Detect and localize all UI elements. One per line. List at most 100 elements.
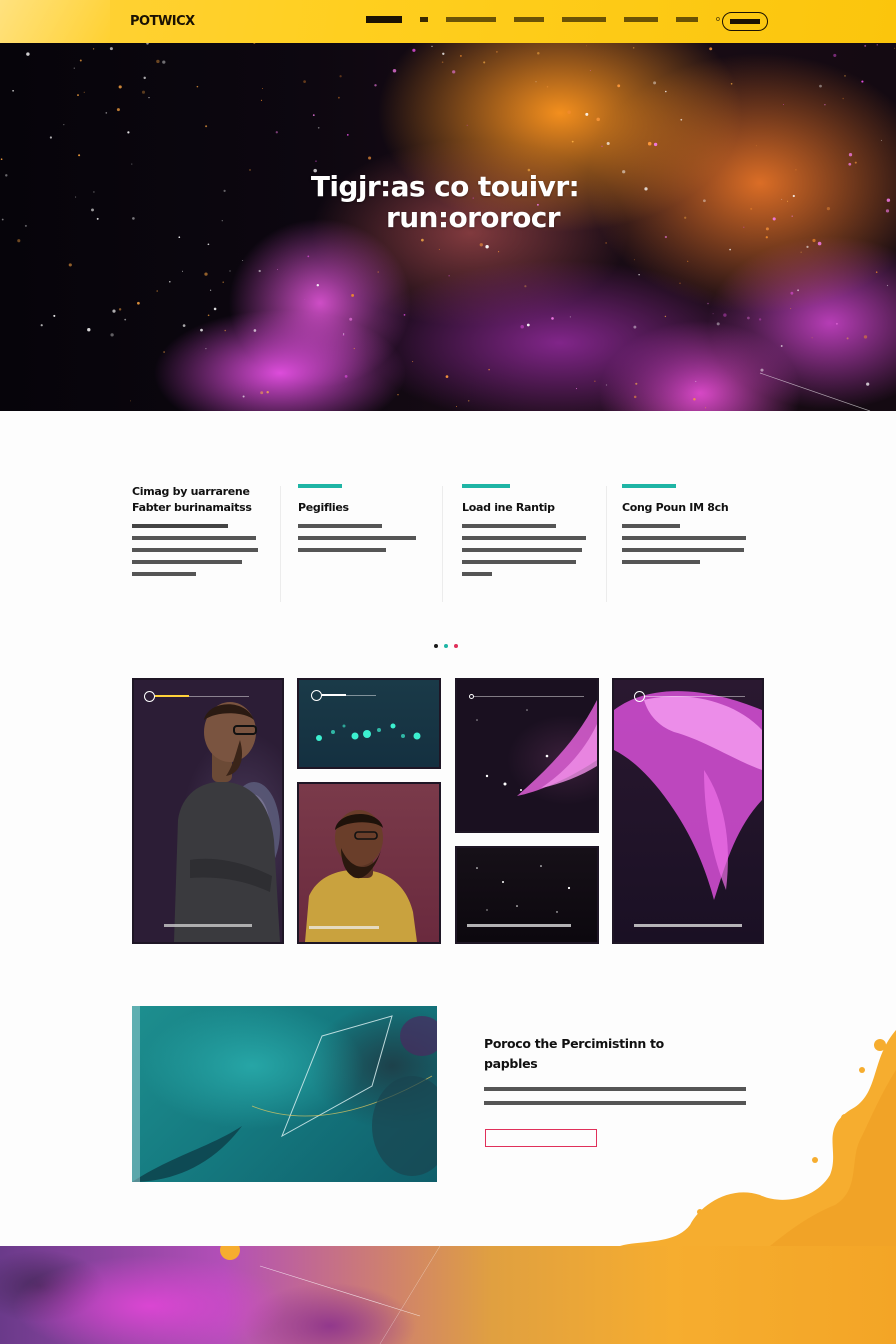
powder-speck <box>209 289 212 291</box>
feature-card-4: Cong Poun IM 8ch <box>622 484 772 564</box>
card-progress-slider[interactable] <box>311 689 376 701</box>
promo-abstract-art <box>132 1006 437 1182</box>
powder-speck <box>601 145 603 147</box>
powder-speck <box>854 161 857 164</box>
powder-speck <box>707 302 709 305</box>
powder-speck <box>455 406 457 408</box>
powder-speck <box>605 384 608 386</box>
powder-speck <box>687 260 689 262</box>
promo-cta-button[interactable] <box>485 1129 597 1147</box>
powder-speck <box>148 96 150 99</box>
pager-dot-3[interactable] <box>454 644 458 648</box>
powder-speck <box>496 51 498 53</box>
pager-dot-1[interactable] <box>434 644 438 648</box>
powder-speck <box>448 275 450 277</box>
feature-tag <box>622 484 772 494</box>
powder-speck <box>116 108 120 112</box>
nav-link-5[interactable] <box>562 17 606 22</box>
powder-speck <box>374 84 377 87</box>
pink-cloud-image <box>614 691 762 927</box>
powder-speck <box>129 400 132 402</box>
gallery-card-starfield[interactable] <box>455 846 599 944</box>
feature-title: Cimag by uarrarene Fabter burinamaitss <box>132 485 252 514</box>
powder-speck <box>695 380 697 382</box>
powder-speck <box>783 104 784 105</box>
powder-speck <box>790 308 792 310</box>
powder-speck <box>704 407 707 409</box>
nav-dot-item[interactable]: o <box>716 16 720 23</box>
powder-speck <box>316 283 320 287</box>
powder-speck <box>87 328 91 332</box>
powder-speck <box>368 156 372 160</box>
powder-speck <box>605 242 607 244</box>
powder-speck <box>143 76 146 80</box>
card-progress-slider[interactable] <box>469 690 584 702</box>
powder-speck <box>163 351 165 353</box>
powder-speck <box>886 284 889 287</box>
nav-link-4[interactable] <box>514 17 544 22</box>
powder-speck <box>633 325 637 329</box>
powder-speck <box>346 134 349 136</box>
powder-speck <box>112 309 116 313</box>
feature-card-2: Pegiflies <box>298 484 448 552</box>
powder-speck <box>479 243 483 247</box>
powder-speck <box>73 67 75 69</box>
nav-link-7[interactable] <box>676 17 698 22</box>
powder-speck <box>467 400 470 402</box>
nav-link-6[interactable] <box>624 17 658 22</box>
pager-dot-2[interactable] <box>444 644 448 648</box>
nav-cta-label <box>730 19 760 24</box>
feature-divider <box>606 486 607 602</box>
nav-cta-button[interactable] <box>722 12 768 31</box>
slider-knob[interactable] <box>634 690 645 702</box>
powder-speck <box>118 308 122 311</box>
slider-knob[interactable] <box>311 689 322 701</box>
hero-title-line-1: Tigjr:as co touivr: <box>310 170 580 203</box>
powder-speck <box>755 145 757 147</box>
footer-powder-image <box>220 1246 441 1344</box>
gallery-card-man-glasses[interactable] <box>132 678 284 944</box>
powder-speck <box>575 388 578 390</box>
powder-speck <box>141 90 146 94</box>
powder-speck <box>110 333 114 337</box>
top-navigation-bar: POTWICX o <box>0 0 896 43</box>
feature-card-3: Load ine Rantip <box>462 484 612 576</box>
powder-speck <box>780 345 783 347</box>
powder-speck <box>224 329 226 332</box>
card-progress-slider[interactable] <box>634 690 745 702</box>
powder-speck <box>431 45 433 48</box>
feature-body <box>132 524 282 576</box>
feature-divider <box>280 486 281 602</box>
powder-speck <box>49 136 53 139</box>
nav-link-1[interactable] <box>366 16 402 23</box>
brand-logo[interactable]: POTWICX <box>130 14 195 29</box>
powder-speck <box>876 44 878 46</box>
powder-speck <box>53 314 56 317</box>
powder-speck <box>339 75 342 78</box>
powder-speck <box>835 322 838 325</box>
powder-speck <box>466 124 468 126</box>
gallery-card-man-beard[interactable] <box>297 782 441 944</box>
nav-link-3[interactable] <box>446 17 496 22</box>
slider-knob[interactable] <box>144 690 155 702</box>
gallery-card-pink-galaxy[interactable] <box>455 678 599 833</box>
features-row: Cimag by uarrarene Fabter burinamaitss P… <box>130 484 770 604</box>
powder-speck <box>844 75 846 77</box>
gallery-card-pink-cloud[interactable] <box>612 678 764 944</box>
card-progress-slider[interactable] <box>144 690 249 702</box>
slider-track <box>346 694 376 696</box>
powder-speck <box>632 47 635 49</box>
nav-link-2[interactable] <box>420 17 428 22</box>
powder-speck <box>606 141 610 146</box>
powder-speck <box>585 45 587 47</box>
gallery-card-teal-lights[interactable] <box>297 678 441 769</box>
feature-body <box>462 524 612 576</box>
powder-speck <box>894 47 896 49</box>
powder-speck <box>438 248 440 250</box>
powder-speck <box>200 328 203 332</box>
hero-title-line-2: run:ororocr <box>385 201 561 234</box>
powder-speck <box>712 313 714 315</box>
slider-fill <box>322 694 346 696</box>
powder-speck <box>17 239 21 243</box>
powder-speck <box>26 52 30 56</box>
